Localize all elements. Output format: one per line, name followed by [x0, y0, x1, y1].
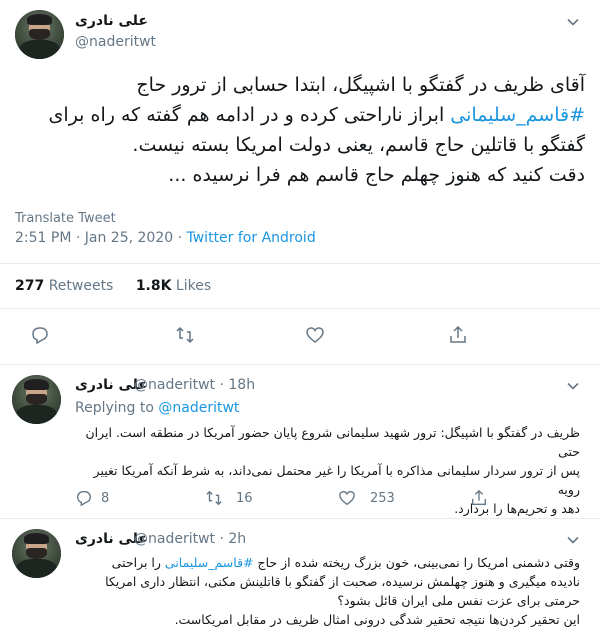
retweet-icon[interactable]: [205, 489, 223, 507]
hashtag-link[interactable]: #قاسم_سلیمانی: [450, 104, 585, 126]
divider: [0, 263, 600, 264]
tweet-line: پس از ترور سردار سلیمانی مذاکره با آمریک…: [93, 463, 580, 497]
tweet-body: ظریف در گفتگو با اشپیگل: ترور شهید سلیما…: [70, 423, 580, 518]
tweet-line: نادیده میگیری و هنوز چهلمش نرسیده، صحبت …: [105, 574, 580, 589]
author-handle[interactable]: @naderitwt · 18h: [134, 377, 255, 393]
tweet-stats: 277 Retweets 1.8K Likes: [15, 278, 229, 294]
like-icon[interactable]: [305, 325, 325, 345]
share-icon[interactable]: [448, 325, 468, 345]
like-count: 253: [370, 491, 395, 506]
timestamp-text[interactable]: 2:51 PM · Jan 25, 2020 ·: [15, 230, 182, 246]
source-link[interactable]: Twitter for Android: [187, 230, 316, 246]
hashtag-link[interactable]: #قاسم_سلیمانی: [165, 555, 254, 570]
reply-icon[interactable]: [30, 325, 50, 345]
divider: [0, 308, 600, 309]
avatar[interactable]: [12, 375, 61, 424]
avatar[interactable]: [12, 529, 61, 578]
avatar[interactable]: [15, 10, 64, 59]
likes-count[interactable]: 1.8K: [136, 278, 172, 294]
like-icon[interactable]: [338, 489, 356, 507]
reply-count: 8: [101, 491, 110, 506]
chevron-down-icon[interactable]: [566, 15, 580, 29]
retweets-label[interactable]: Retweets: [49, 278, 114, 294]
tweet-body: وقتی دشمنی امریکا را نمی‌بینی، خون بزرگ …: [70, 553, 580, 629]
reply-tweet[interactable]: علی نادری @naderitwt · 18h Replying to @…: [0, 365, 600, 518]
tweet-line-text: وقتی دشمنی امریکا را نمی‌بینی، خون بزرگ …: [257, 555, 580, 570]
author-handle[interactable]: @naderitwt · 2h: [134, 531, 246, 547]
tweet-line: ظریف در گفتگو با اشپیگل: ترور شهید سلیما…: [85, 425, 580, 459]
tweet-line: گفتگو با قاتلین حاج قاسم، یعنی دولت امری…: [132, 134, 585, 156]
tweet-line: وقتی دشمنی امریکا را نمی‌بینی، خون بزرگ …: [70, 553, 580, 572]
reply-tweet[interactable]: علی نادری @naderitwt · 2h وقتی دشمنی امر…: [0, 519, 600, 641]
translate-tweet-link[interactable]: Translate Tweet: [15, 211, 116, 226]
tweet-line: حرمتی برای عزت نفس ملی ایران قائل بشود؟: [337, 593, 580, 608]
tweet-line: #قاسم_سلیمانی ابراز ناراحتی کرده و در اد…: [15, 100, 585, 130]
reply-icon[interactable]: [75, 489, 93, 507]
replying-handle[interactable]: @naderitwt: [158, 400, 239, 416]
retweet-count: 16: [236, 491, 253, 506]
tweet-line: این تحقیر کردن‌ها نتیجه تحقیر شدگی درونی…: [174, 612, 580, 627]
tweet-timestamp: 2:51 PM · Jan 25, 2020 · Twitter for And…: [15, 230, 316, 246]
retweets-count[interactable]: 277: [15, 278, 44, 294]
tweet-line: دقت کنید که هنوز چهلم حاج قاسم هم فرا نر…: [168, 164, 585, 186]
tweet-actions: [0, 320, 600, 350]
replying-label: Replying to: [75, 400, 154, 416]
tweet-line: آقای ظریف در گفتگو با اشپیگل، ابتدا حساب…: [136, 74, 585, 96]
main-tweet: علی نادری @naderitwt آقای ظریف در گفتگو …: [0, 0, 600, 365]
tweet-line: دهد و تحریم‌ها را بردارد.: [454, 501, 580, 516]
author-handle[interactable]: @naderitwt: [75, 34, 156, 50]
tweet-line-text: را براحتی: [111, 555, 161, 570]
author-name[interactable]: علی نادری: [75, 13, 148, 29]
retweet-icon[interactable]: [175, 325, 195, 345]
chevron-down-icon[interactable]: [566, 379, 580, 393]
tweet-body: آقای ظریف در گفتگو با اشپیگل، ابتدا حساب…: [15, 70, 585, 190]
replying-to: Replying to @naderitwt: [75, 400, 239, 416]
likes-label[interactable]: Likes: [176, 278, 211, 294]
tweet-line-text: ابراز ناراحتی کرده و در ادامه هم گفته که…: [48, 104, 445, 126]
chevron-down-icon[interactable]: [566, 533, 580, 547]
share-icon[interactable]: [470, 489, 488, 507]
